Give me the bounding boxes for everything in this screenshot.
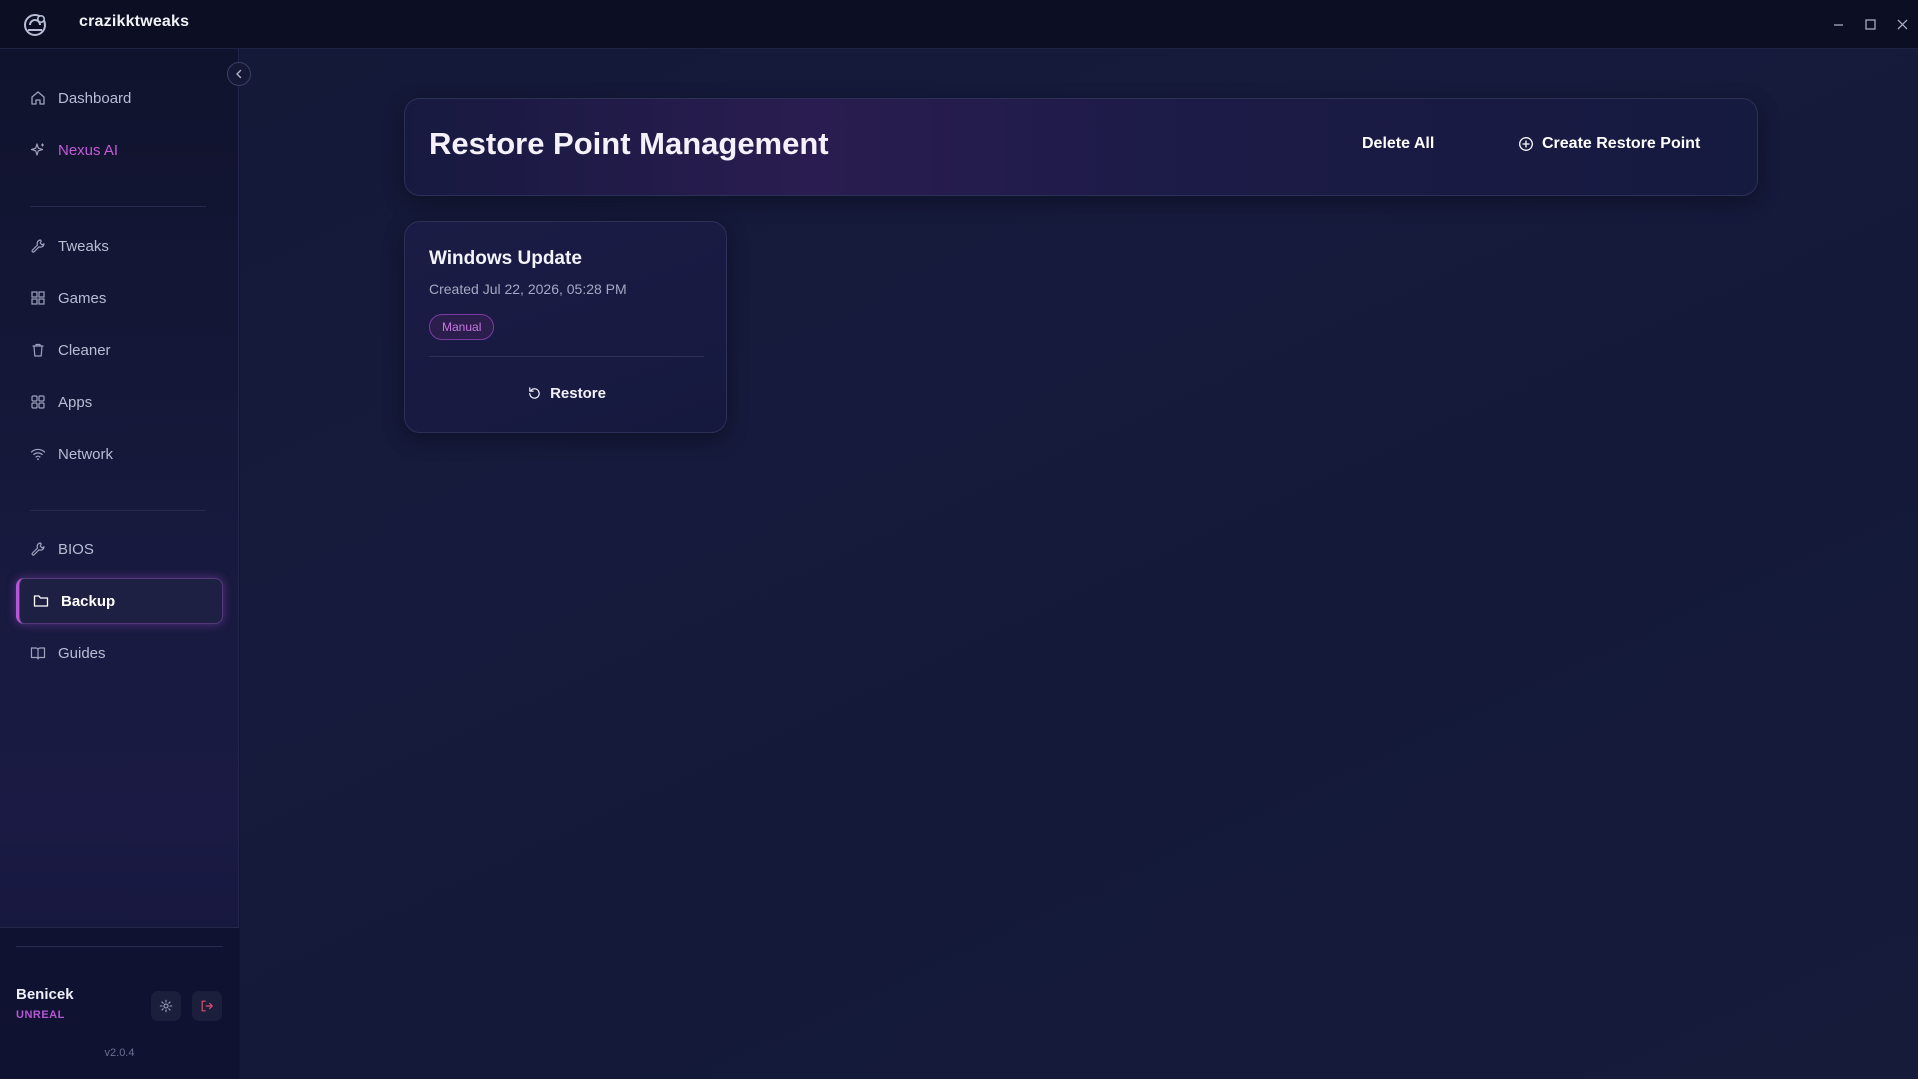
settings-button[interactable] xyxy=(151,991,181,1021)
sidebar-item-label: Dashboard xyxy=(58,89,132,107)
sidebar-item-tweaks[interactable]: Tweaks xyxy=(16,223,223,269)
title-bar: crazikktweaks xyxy=(0,0,1918,49)
app-window: crazikktweaks Dashboard Nexus AI Tweaks … xyxy=(0,0,1918,1079)
plus-circle-icon xyxy=(1518,136,1542,152)
page-title: Restore Point Management xyxy=(429,126,829,161)
delete-all-button[interactable]: Delete All xyxy=(1362,135,1434,153)
sidebar-item-label: Apps xyxy=(58,393,93,411)
sidebar-footer: Benicek UNREAL v2.0.4 xyxy=(0,927,239,1079)
app-logo-icon xyxy=(22,12,48,38)
trash-icon xyxy=(30,342,46,358)
home-icon xyxy=(30,90,46,106)
sidebar-item-label: Guides xyxy=(58,644,106,662)
gear-icon xyxy=(159,999,173,1013)
chevron-left-icon xyxy=(233,68,245,80)
user-tier-badge: UNREAL xyxy=(16,1009,65,1021)
sidebar-item-label: Nexus AI xyxy=(58,141,119,159)
sidebar-item-network[interactable]: Network xyxy=(16,431,223,477)
footer-divider xyxy=(16,946,223,947)
restore-point-name: Windows Update xyxy=(429,248,582,269)
sparkle-icon xyxy=(30,142,46,158)
window-controls xyxy=(1822,0,1918,49)
restore-label: Restore xyxy=(550,385,606,402)
minimize-icon[interactable] xyxy=(1822,0,1854,49)
sidebar-item-label: Network xyxy=(58,445,114,463)
sidebar-divider xyxy=(30,206,206,207)
logout-button[interactable] xyxy=(192,991,222,1021)
card-divider xyxy=(429,356,704,357)
sidebar-item-label: Backup xyxy=(61,592,116,610)
close-icon[interactable] xyxy=(1886,0,1918,49)
sidebar-item-backup[interactable]: Backup xyxy=(16,578,223,624)
restore-button[interactable]: Restore xyxy=(405,385,728,402)
sidebar-item-apps[interactable]: Apps xyxy=(16,379,223,425)
logout-icon xyxy=(200,999,214,1013)
sidebar-item-cleaner[interactable]: Cleaner xyxy=(16,327,223,373)
grid-icon xyxy=(30,290,46,306)
page-header: Restore Point Management Delete All Crea… xyxy=(404,98,1758,196)
app-title: crazikktweaks xyxy=(79,13,190,30)
sidebar: Dashboard Nexus AI Tweaks Games Cleaner … xyxy=(0,49,239,1079)
book-icon xyxy=(30,645,46,661)
sidebar-item-games[interactable]: Games xyxy=(16,275,223,321)
sidebar-item-label: Cleaner xyxy=(58,341,111,359)
restore-point-type-badge: Manual xyxy=(429,314,495,340)
collapse-sidebar-button[interactable] xyxy=(227,62,251,86)
wrench-icon xyxy=(30,541,46,557)
sidebar-divider xyxy=(30,510,206,511)
sidebar-item-bios[interactable]: BIOS xyxy=(16,526,223,572)
restore-icon xyxy=(527,386,550,401)
user-name: Benicek xyxy=(16,986,74,1003)
wrench-icon xyxy=(30,238,46,254)
app-version: v2.0.4 xyxy=(104,1047,135,1059)
main-content: Restore Point Management Delete All Crea… xyxy=(240,49,1918,1079)
apps-icon xyxy=(30,394,46,410)
sidebar-item-guides[interactable]: Guides xyxy=(16,630,223,676)
create-restore-point-button[interactable]: Create Restore Point xyxy=(1518,135,1700,153)
restore-point-card: Windows Update Created Jul 22, 2026, 05:… xyxy=(404,221,727,433)
sidebar-item-label: Tweaks xyxy=(58,237,109,255)
maximize-icon[interactable] xyxy=(1854,0,1886,49)
sidebar-item-label: BIOS xyxy=(58,540,94,558)
create-restore-point-label: Create Restore Point xyxy=(1542,135,1701,152)
sidebar-item-nexus-ai[interactable]: Nexus AI xyxy=(16,127,223,173)
wifi-icon xyxy=(30,446,46,462)
sidebar-item-dashboard[interactable]: Dashboard xyxy=(16,75,223,121)
sidebar-item-label: Games xyxy=(58,289,107,307)
folder-icon xyxy=(33,593,49,609)
restore-point-date: Created Jul 22, 2026, 05:28 PM xyxy=(429,281,627,297)
